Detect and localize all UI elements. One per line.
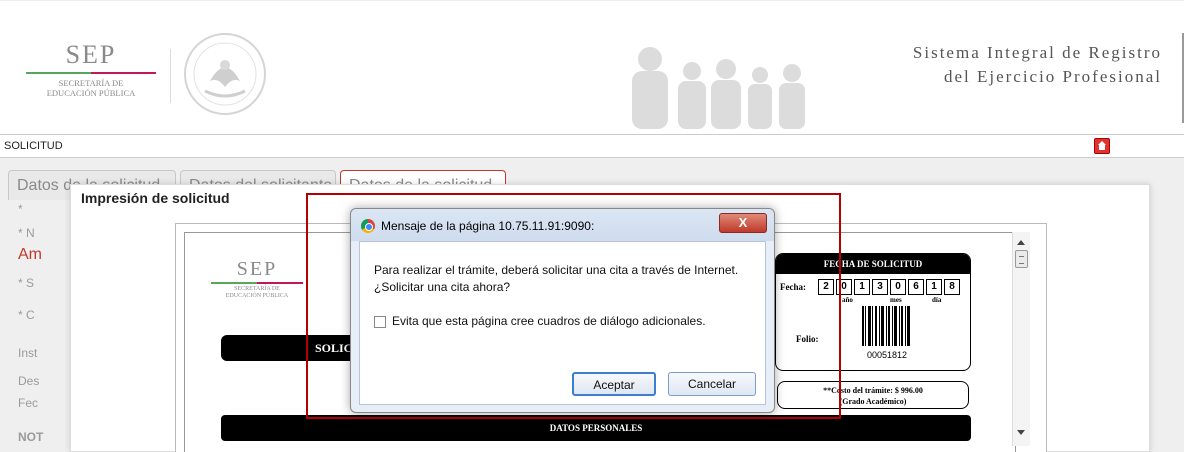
- system-title-line-2: del Ejercicio Profesional: [943, 67, 1162, 86]
- document-scrollbar[interactable]: [1012, 232, 1030, 446]
- left-item: Des: [18, 374, 40, 388]
- suppress-dialogs-label[interactable]: Evita que esta página cree cuadros de di…: [392, 314, 706, 328]
- left-item: * N: [18, 226, 35, 240]
- header-divider: [170, 49, 171, 103]
- date-digit: 3: [872, 279, 888, 295]
- scroll-up-icon[interactable]: [1017, 240, 1025, 245]
- date-digits: 2 0 1 3 0 6 1 8: [818, 279, 962, 295]
- system-title: Sistema Integral de Registro del Ejercic…: [913, 41, 1162, 89]
- sep-logo-name: SEP: [65, 40, 117, 69]
- sep-logo-subtitle-2: EDUCACIÓN PÚBLICA: [46, 88, 136, 98]
- costo-box: **Costo del trámite: $ 996.00 (Grado Aca…: [777, 381, 969, 409]
- barcode-icon: [862, 306, 910, 346]
- left-item: NOT: [18, 430, 44, 444]
- dialog-title: Mensaje de la página 10.75.11.91:9090:: [381, 219, 595, 233]
- scroll-thumb[interactable]: [1015, 250, 1028, 268]
- system-title-line-1: Sistema Integral de Registro: [912, 43, 1162, 62]
- fecha-solicitud-box: FECHA DE SOLICITUD Fecha: 2 0 1 3 0 6 1 …: [775, 253, 971, 371]
- close-button[interactable]: X: [719, 213, 767, 233]
- suppress-dialogs-checkbox[interactable]: [374, 316, 386, 328]
- year-label: año: [842, 296, 853, 304]
- left-item: * C: [18, 308, 35, 322]
- scroll-down-icon[interactable]: [1017, 430, 1025, 435]
- page: SEP SECRETARÍA DE EDUCACIÓN PÚBLICA Sist…: [0, 0, 1184, 452]
- home-icon[interactable]: [1094, 138, 1110, 154]
- sep-logo-subtitle-1: SECRETARÍA DE: [58, 78, 124, 88]
- accept-button[interactable]: Aceptar: [572, 372, 656, 396]
- date-digit: 1: [854, 279, 870, 295]
- solicitud-banner: SOLICI: [221, 335, 361, 361]
- day-label: día: [932, 296, 942, 304]
- header: SEP SECRETARÍA DE EDUCACIÓN PÚBLICA Sist…: [0, 0, 1184, 129]
- sep-logo-bar: [26, 72, 156, 74]
- solicitud-label: SOLICITUD: [4, 140, 63, 152]
- left-item: *: [18, 202, 23, 216]
- date-digit: 8: [944, 279, 960, 295]
- fecha-label: Fecha:: [780, 282, 806, 292]
- document-sep-name: SEP: [236, 258, 278, 280]
- costo-line-1: **Costo del trámite: $ 996.00: [823, 386, 923, 395]
- costo-line-2: (Grado Académico): [839, 397, 907, 406]
- chrome-icon: [361, 219, 375, 233]
- date-digit: 2: [818, 279, 834, 295]
- month-label: mes: [890, 296, 902, 304]
- date-digit: 0: [836, 279, 852, 295]
- solicitud-bar: SOLICITUD: [0, 134, 1184, 158]
- dialog-message: Para realizar el trámite, deberá solicit…: [374, 263, 739, 294]
- left-item: Inst: [18, 346, 38, 360]
- date-digit: 1: [926, 279, 942, 295]
- left-item: * S: [18, 276, 35, 290]
- folio-label: Folio:: [796, 334, 819, 344]
- national-seal-icon: [184, 33, 266, 115]
- date-digit: 6: [908, 279, 924, 295]
- document-sep-subtitle-1: SECRETARÍA DE: [234, 286, 280, 292]
- dialog-body: Para realizar el trámite, deberá solicit…: [359, 241, 766, 405]
- document-sep-subtitle-2: EDUCACIÓN PÚBLICA: [225, 293, 289, 299]
- date-digit: 0: [890, 279, 906, 295]
- left-item: Am: [18, 246, 42, 263]
- panel-title: Impresión de solicitud: [81, 190, 230, 206]
- document-sep-bar: [211, 282, 303, 284]
- sep-logo: SEP SECRETARÍA DE EDUCACIÓN PÚBLICA: [22, 41, 160, 111]
- datos-personales-banner: DATOS PERSONALES: [221, 415, 971, 441]
- fecha-header: FECHA DE SOLICITUD: [776, 254, 970, 274]
- folio-number: 00051812: [866, 350, 908, 360]
- alert-dialog: Mensaje de la página 10.75.11.91:9090: X…: [350, 208, 775, 413]
- document-sep-logo: SEP SECRETARÍA DE EDUCACIÓN PÚBLICA: [209, 259, 305, 300]
- dialog-titlebar: Mensaje de la página 10.75.11.91:9090: X: [351, 209, 774, 241]
- cancel-button[interactable]: Cancelar: [668, 372, 756, 396]
- left-item: Fec: [18, 396, 39, 410]
